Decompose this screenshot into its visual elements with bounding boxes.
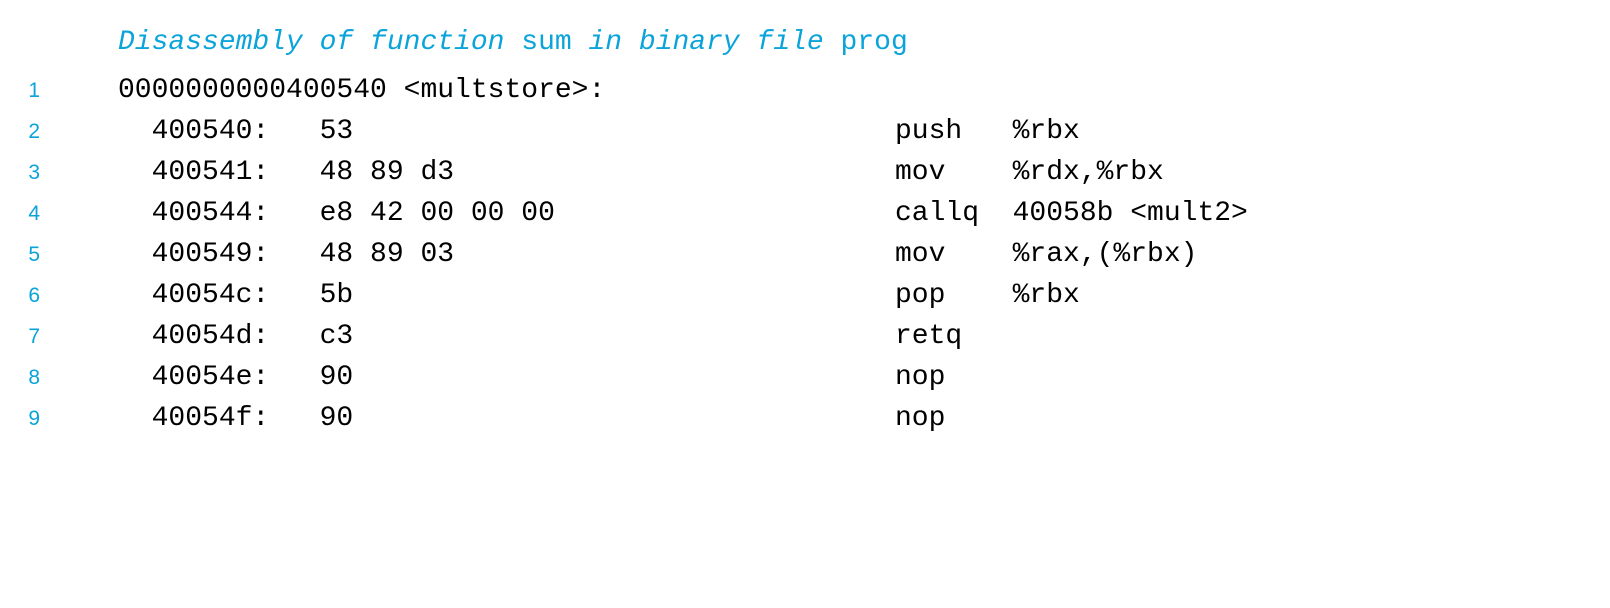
- address-and-bytes: 40054e: 90: [118, 362, 354, 393]
- line-number: 3: [28, 161, 40, 184]
- code-line: 0000000000400540 <multstore>:: [118, 70, 1610, 111]
- code-line: 400541: 48 89 d3 mov %rdx,%rbx: [118, 152, 1610, 193]
- address-and-bytes: 400540: 53: [118, 116, 354, 147]
- listing-caption: Disassembly of function sum in binary fi…: [0, 22, 1610, 63]
- address-and-bytes: 400544: e8 42 00 00 00: [118, 198, 555, 229]
- code-row: 3 400541: 48 89 d3 mov %rdx,%rbx: [0, 152, 1610, 193]
- code-line: 40054e: 90 nop: [118, 357, 1610, 398]
- line-number: 8: [28, 366, 40, 389]
- instruction-text: nop: [895, 362, 946, 393]
- line-number: 5: [28, 243, 40, 266]
- code-row: 9 40054f: 90 nop: [0, 398, 1610, 439]
- caption-segment-italic: Disassembly of function: [118, 27, 522, 58]
- code-line: 400540: 53 push %rbx: [118, 111, 1610, 152]
- code-row: 5 400549: 48 89 03 mov %rax,(%rbx): [0, 234, 1610, 275]
- code-line: 40054d: c3 retq: [118, 316, 1610, 357]
- code-row: 1 0000000000400540 <multstore>:: [0, 70, 1610, 111]
- line-number: 1: [28, 79, 40, 102]
- code-row: 8 40054e: 90 nop: [0, 357, 1610, 398]
- address-and-bytes: 40054d: c3: [118, 321, 354, 352]
- instruction-text: pop %rbx: [895, 280, 1080, 311]
- line-number: 9: [28, 407, 40, 430]
- function-label: 0000000000400540 <multstore>:: [118, 75, 606, 106]
- code-rows: 1 0000000000400540 <multstore>: 2 400540: …: [0, 70, 1610, 439]
- disassembly-listing: Disassembly of function sum in binary fi…: [0, 0, 1610, 608]
- instruction-text: callq 40058b <mult2>: [895, 198, 1248, 229]
- line-number: 6: [28, 284, 40, 307]
- caption-segment-roman: sum: [521, 27, 572, 58]
- caption-text: Disassembly of function sum in binary fi…: [118, 22, 908, 63]
- code-line: 400549: 48 89 03 mov %rax,(%rbx): [118, 234, 1610, 275]
- code-row: 2 400540: 53 push %rbx: [0, 111, 1610, 152]
- line-number: 4: [28, 202, 40, 225]
- code-line: 400544: e8 42 00 00 00 callq 40058b <mult…: [118, 193, 1610, 234]
- code-row: 4 400544: e8 42 00 00 00 callq 40058b <mu…: [0, 193, 1610, 234]
- code-row: 7 40054d: c3 retq: [0, 316, 1610, 357]
- code-line: 40054c: 5b pop %rbx: [118, 275, 1610, 316]
- address-and-bytes: 400541: 48 89 d3: [118, 157, 455, 188]
- address-and-bytes: 40054f: 90: [118, 403, 354, 434]
- code-line: 40054f: 90 nop: [118, 398, 1610, 439]
- instruction-text: nop: [895, 403, 946, 434]
- caption-segment-italic: in binary file: [571, 27, 841, 58]
- address-and-bytes: 400549: 48 89 03: [118, 239, 455, 270]
- address-and-bytes: 40054c: 5b: [118, 280, 354, 311]
- instruction-text: mov %rdx,%rbx: [895, 157, 1164, 188]
- instruction-text: mov %rax,(%rbx): [895, 239, 1198, 270]
- instruction-text: push %rbx: [895, 116, 1080, 147]
- line-number: 7: [28, 325, 40, 348]
- caption-segment-roman: prog: [840, 27, 908, 58]
- instruction-text: retq: [895, 321, 963, 352]
- line-number: 2: [28, 120, 40, 143]
- code-row: 6 40054c: 5b pop %rbx: [0, 275, 1610, 316]
